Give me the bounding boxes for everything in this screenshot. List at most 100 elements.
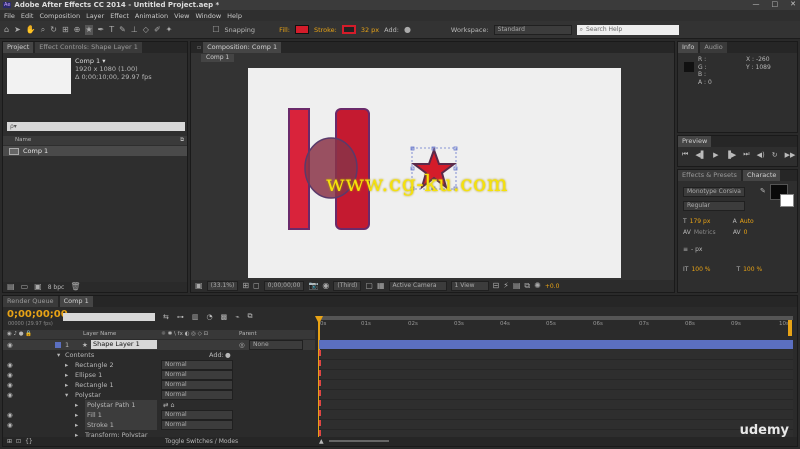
- snapping-checkbox[interactable]: ☐: [212, 25, 219, 35]
- tab-comp-1[interactable]: Comp 1: [59, 296, 93, 307]
- frame-blend-icon[interactable]: ▥: [192, 313, 199, 321]
- expand-arrow-icon[interactable]: ▸: [65, 380, 68, 390]
- minimize-icon[interactable]: —: [753, 0, 760, 8]
- table-row[interactable]: ◉ ▸ Rectangle 2 Normal: [3, 360, 315, 370]
- table-row[interactable]: ◉ ▸ Ellipse 1 Normal: [3, 370, 315, 380]
- visibility-icon[interactable]: ◉: [7, 380, 13, 390]
- layer-name[interactable]: Fill 1: [85, 410, 157, 420]
- shape-tool-icon[interactable]: ★: [85, 24, 93, 35]
- rotate-tool-icon[interactable]: ↻: [50, 25, 57, 35]
- expand-arrow-icon[interactable]: ▸: [65, 360, 68, 370]
- menu-help[interactable]: Help: [227, 12, 242, 20]
- layer-name[interactable]: Polystar: [75, 390, 101, 400]
- blend-mode-select[interactable]: Normal: [161, 390, 233, 400]
- pan-behind-icon[interactable]: ⊕: [74, 25, 81, 35]
- prev-frame-icon[interactable]: ◀▌: [695, 151, 706, 159]
- table-row[interactable]: ▾ Contents Add: ●: [3, 350, 315, 360]
- parent-select[interactable]: None: [249, 340, 303, 350]
- font-style-select[interactable]: Regular: [683, 201, 745, 211]
- play-icon[interactable]: ▶: [713, 151, 718, 159]
- audio-icon[interactable]: ◀): [757, 151, 765, 159]
- zoom-select[interactable]: (33.1%): [206, 281, 239, 291]
- resolution-select[interactable]: (Third): [333, 281, 362, 291]
- work-area-end[interactable]: [788, 320, 792, 336]
- workspace-select[interactable]: Standard: [493, 24, 572, 35]
- channel-icon[interactable]: ◉: [322, 281, 329, 291]
- menu-layer[interactable]: Layer: [86, 12, 104, 20]
- work-area-bar[interactable]: [319, 316, 793, 320]
- timeline-search-input[interactable]: [63, 313, 155, 321]
- puppet-tool-icon[interactable]: ✦: [166, 25, 173, 35]
- tab-composition[interactable]: Composition: Comp 1: [203, 42, 282, 53]
- current-time-display[interactable]: 0;00;00;00: [263, 281, 305, 291]
- comp-breadcrumb[interactable]: Comp 1: [201, 54, 235, 62]
- layer-name[interactable]: Contents: [65, 350, 94, 360]
- fast-preview-icon[interactable]: ⚡: [503, 281, 509, 291]
- menu-edit[interactable]: Edit: [21, 12, 34, 20]
- tracking-value[interactable]: 0: [744, 229, 748, 236]
- layer-name[interactable]: Rectangle 1: [75, 380, 114, 390]
- tab-audio[interactable]: Audio: [700, 42, 727, 53]
- brush-tool-icon[interactable]: ✎: [119, 25, 126, 35]
- view-layout-select[interactable]: 1 View: [450, 281, 489, 291]
- timeline-icon[interactable]: ▤: [513, 281, 521, 291]
- tab-render-queue[interactable]: Render Queue: [3, 296, 58, 307]
- hand-tool-icon[interactable]: ✋: [26, 25, 36, 35]
- visibility-icon[interactable]: ◉: [7, 390, 13, 400]
- project-comp-name[interactable]: Comp 1 ▾: [75, 57, 152, 65]
- menu-effect[interactable]: Effect: [110, 12, 129, 20]
- tab-preview[interactable]: Preview: [678, 136, 712, 147]
- expand-arrow-icon[interactable]: ▾: [57, 350, 60, 360]
- visibility-icon[interactable]: ◉: [7, 410, 13, 420]
- leading-value[interactable]: Auto: [740, 218, 754, 225]
- expand-arrow-icon[interactable]: ▸: [75, 420, 78, 430]
- layer-name[interactable]: Stroke 1: [85, 420, 157, 430]
- home-icon[interactable]: ⌂: [4, 25, 9, 35]
- table-row[interactable]: ◉ ▸ Rectangle 1 Normal: [3, 380, 315, 390]
- flowchart-icon[interactable]: ⧉: [524, 281, 530, 291]
- pen-tool-icon[interactable]: ✒: [98, 25, 105, 35]
- draft-3d-icon[interactable]: ⇆: [163, 313, 169, 321]
- project-search-input[interactable]: ρ▾: [7, 122, 185, 131]
- visibility-icon[interactable]: ◉: [7, 370, 13, 380]
- new-folder-icon[interactable]: ▭: [21, 282, 29, 292]
- path-direction-icon[interactable]: ⇄ ⌂: [163, 400, 175, 410]
- shy-icon[interactable]: ⊶: [177, 313, 184, 321]
- snapshot-icon[interactable]: 📷: [308, 281, 318, 291]
- timeline-current-time[interactable]: 0;00;00;00: [7, 309, 68, 320]
- table-row[interactable]: ◉ 1 ★ Shape Layer 1 ◎ None: [3, 340, 315, 350]
- column-parent[interactable]: Parent: [239, 330, 257, 339]
- table-row[interactable]: ◉ ▸ Fill 1 Normal: [3, 410, 315, 420]
- menu-composition[interactable]: Composition: [39, 12, 80, 20]
- stroke-width-value[interactable]: 32 px: [361, 26, 379, 34]
- close-icon[interactable]: ✕: [790, 0, 796, 8]
- visibility-icon[interactable]: ◉: [7, 360, 13, 370]
- blend-mode-select[interactable]: Normal: [161, 410, 233, 420]
- clone-tool-icon[interactable]: ⊥: [131, 25, 138, 35]
- toggle-pixel-icon[interactable]: ⊟: [493, 281, 500, 291]
- kerning-value[interactable]: Metrics: [694, 229, 730, 236]
- roto-tool-icon[interactable]: ✐: [154, 25, 161, 35]
- add-circle-icon[interactable]: ●: [404, 25, 411, 35]
- bpc-label[interactable]: 8 bpc: [48, 284, 65, 291]
- transparency-grid-icon[interactable]: ▦: [377, 281, 385, 291]
- safe-zones-icon[interactable]: ⊞: [242, 281, 249, 291]
- tab-info[interactable]: Info: [678, 42, 699, 53]
- in-out-icon[interactable]: {}: [25, 438, 33, 445]
- table-row[interactable]: ◉ ▸ Stroke 1 Normal: [3, 420, 315, 430]
- layer-duration-bar[interactable]: [319, 340, 793, 349]
- comp-canvas[interactable]: www.cg-ku.com: [248, 68, 621, 278]
- tab-effects-presets[interactable]: Effects & Presets: [678, 170, 741, 181]
- parent-icon[interactable]: ◎: [239, 340, 245, 350]
- vertical-scale-value[interactable]: 100 %: [691, 266, 733, 273]
- layer-name[interactable]: Ellipse 1: [75, 370, 102, 380]
- expand-arrow-icon[interactable]: ▾: [65, 390, 68, 400]
- blend-mode-select[interactable]: Normal: [161, 380, 233, 390]
- always-preview-icon[interactable]: ▣: [195, 281, 203, 291]
- blend-mode-select[interactable]: Normal: [161, 420, 233, 430]
- eraser-tool-icon[interactable]: ◇: [143, 25, 149, 35]
- next-frame-icon[interactable]: ▐▶: [725, 151, 736, 159]
- expand-arrow-icon[interactable]: ▸: [75, 400, 78, 410]
- comp-flowchart-icon[interactable]: ⧉: [247, 312, 252, 321]
- first-frame-icon[interactable]: ⏮: [682, 150, 688, 159]
